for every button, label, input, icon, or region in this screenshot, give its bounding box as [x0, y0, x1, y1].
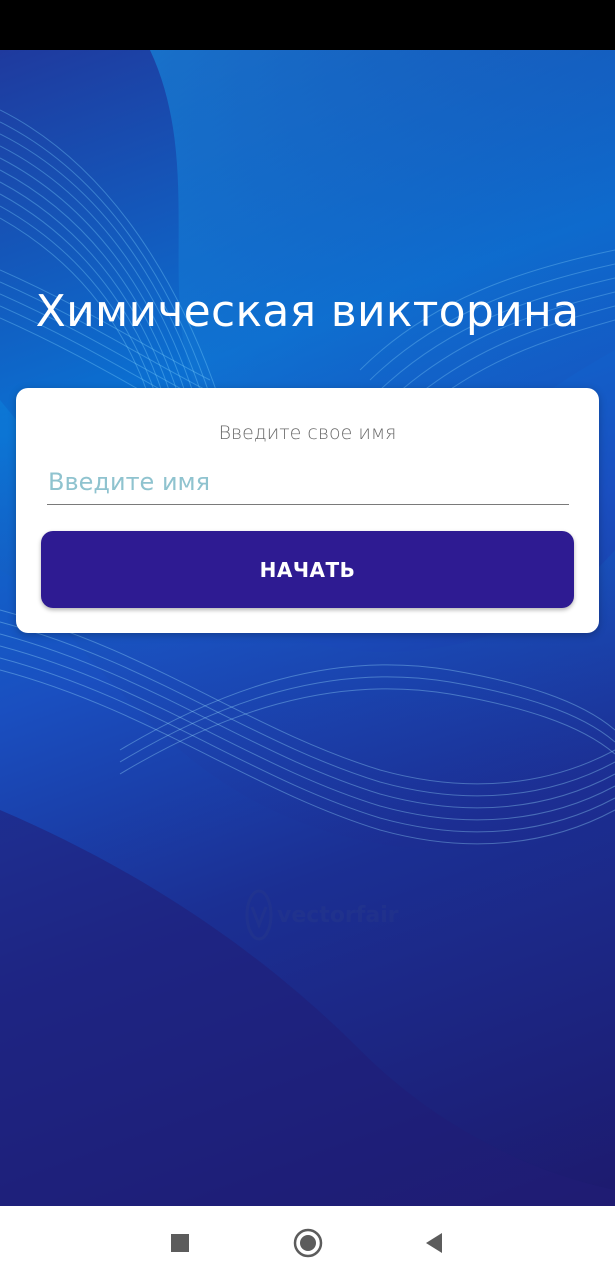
home-circle-icon[interactable]: [291, 1226, 325, 1260]
name-input[interactable]: [47, 460, 569, 505]
watermark-logo-icon: [245, 889, 273, 941]
status-bar: [0, 0, 615, 50]
name-entry-card: Введите свое имя НАЧАТЬ: [16, 388, 599, 633]
start-button[interactable]: НАЧАТЬ: [41, 531, 574, 608]
watermark: vectorfair: [245, 887, 399, 943]
name-prompt-label: Введите свое имя: [218, 422, 397, 444]
navigation-bar: [0, 1206, 615, 1280]
app-title: Химическая викторина: [35, 286, 580, 337]
watermark-text: vectorfair: [277, 902, 399, 928]
back-triangle-icon[interactable]: [417, 1226, 451, 1260]
recents-square-icon[interactable]: [163, 1226, 197, 1260]
